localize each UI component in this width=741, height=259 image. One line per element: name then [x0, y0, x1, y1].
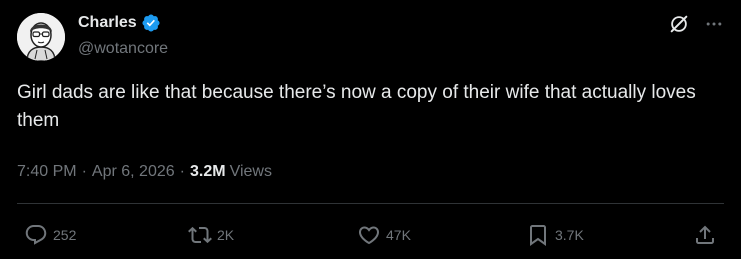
views-label: Views [229, 163, 272, 180]
meta-separator: · [179, 163, 185, 180]
tweet-date[interactable]: Apr 6, 2026 [92, 162, 175, 182]
views-count[interactable]: 3.2M [190, 162, 226, 182]
more-horizontal-icon[interactable] [702, 12, 726, 36]
reply-icon [25, 225, 47, 245]
bookmark-count: 3.7K [555, 227, 584, 243]
bookmark-button[interactable]: 3.7K [526, 220, 584, 250]
tweet-text: Girl dads are like that because there’s … [17, 82, 696, 131]
like-button[interactable]: 47K [357, 220, 411, 250]
avatar-drawing [17, 13, 65, 61]
author-name[interactable]: Charles [78, 13, 161, 33]
action-bar: 252 2K 47K 3.7K [0, 220, 741, 250]
reply-button[interactable]: 252 [24, 220, 76, 250]
share-button[interactable] [693, 220, 717, 250]
share-icon [696, 225, 714, 244]
repost-button[interactable]: 2K [188, 220, 234, 250]
tweet-meta: 7:40 PM · Apr 6, 2026 · 3.2M Views [17, 162, 272, 182]
avatar[interactable] [17, 13, 65, 61]
like-count: 47K [386, 227, 411, 243]
bookmark-icon [530, 225, 546, 246]
tweet-time[interactable]: 7:40 PM [17, 162, 77, 182]
repost-icon [188, 226, 212, 244]
grok-icon[interactable] [667, 12, 691, 36]
heart-icon [358, 226, 380, 245]
verified-badge-icon[interactable] [141, 13, 161, 33]
meta-separator: · [81, 163, 87, 180]
reply-count: 252 [53, 227, 77, 243]
repost-count: 2K [217, 227, 235, 243]
tweet-card: Charles @wotancore Girl dads are like th… [0, 0, 741, 259]
divider [17, 203, 724, 204]
author-handle[interactable]: @wotancore [78, 39, 168, 59]
author-name-text[interactable]: Charles [78, 13, 137, 33]
